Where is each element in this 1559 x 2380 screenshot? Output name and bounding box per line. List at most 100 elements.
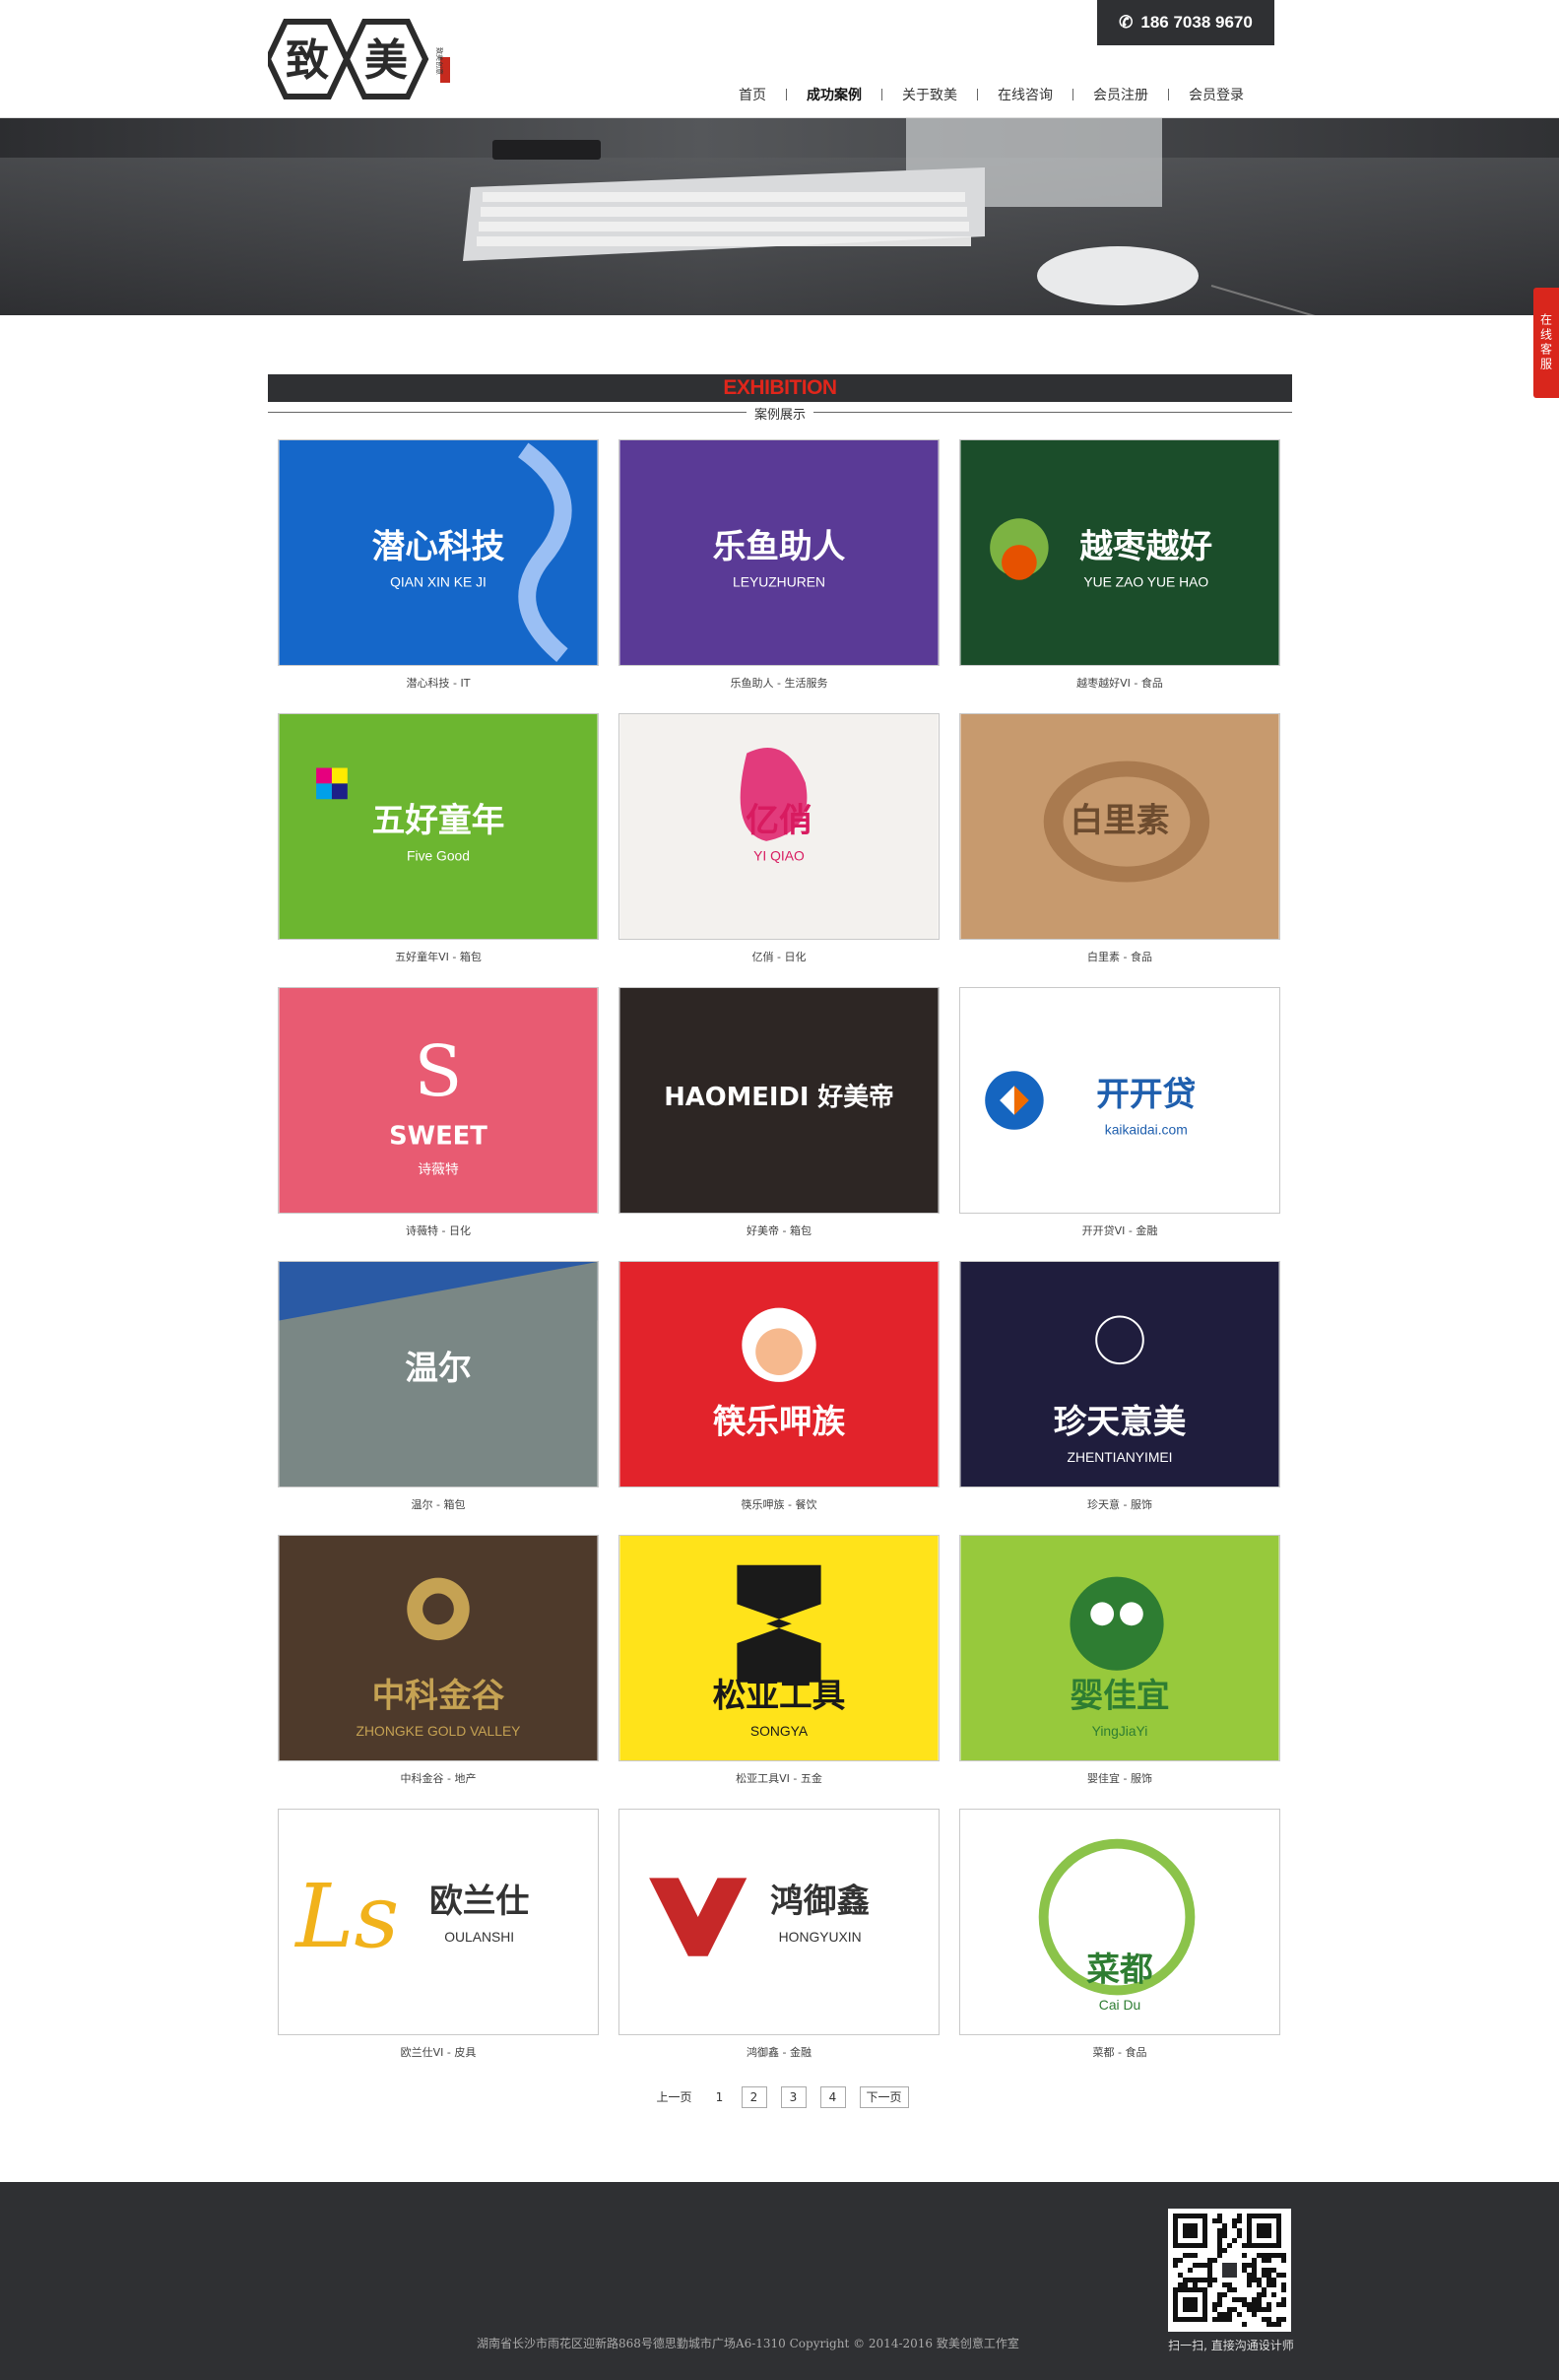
- case-card[interactable]: 婴佳宜 YingJiaYi 婴佳宜 - 服饰: [959, 1535, 1280, 1786]
- phone-icon: ✆: [1119, 13, 1134, 32]
- case-caption[interactable]: 好美帝 - 箱包: [618, 1223, 940, 1238]
- case-thumbnail[interactable]: Ls 欧兰仕 OULANSHI: [278, 1809, 599, 2035]
- nav-about[interactable]: 关于致美: [882, 85, 977, 104]
- case-card[interactable]: 乐鱼助人 LEYUZHUREN 乐鱼助人 - 生活服务: [618, 439, 940, 691]
- case-caption[interactable]: 菜都 - 食品: [959, 2044, 1280, 2060]
- case-caption[interactable]: 潜心科技 - IT: [278, 675, 599, 691]
- nav-consult[interactable]: 在线咨询: [978, 85, 1072, 104]
- case-card[interactable]: 鸿御鑫 HONGYUXIN 鸿御鑫 - 金融: [618, 1809, 940, 2060]
- case-caption[interactable]: 亿俏 - 日化: [618, 949, 940, 964]
- pager-page-3[interactable]: 3: [780, 2086, 807, 2108]
- case-card[interactable]: Ls 欧兰仕 OULANSHI 欧兰仕VI - 皮具: [278, 1809, 599, 2060]
- case-card[interactable]: 亿俏 YI QIAO 亿俏 - 日化: [618, 713, 940, 964]
- section-title-cn: 案例展示: [746, 408, 813, 423]
- svg-text:亿俏: 亿俏: [746, 801, 812, 839]
- case-card[interactable]: 开开贷 kaikaidai.com 开开贷VI - 金融: [959, 987, 1280, 1238]
- case-caption[interactable]: 筷乐呷族 - 餐饮: [618, 1496, 940, 1512]
- phone-badge[interactable]: ✆ 186 7038 9670: [1097, 0, 1274, 45]
- case-logo-image: 温尔: [279, 1262, 598, 1487]
- online-service-tab[interactable]: 在线客服: [1533, 288, 1559, 398]
- case-caption[interactable]: 开开贷VI - 金融: [959, 1223, 1280, 1238]
- svg-text:YI QIAO: YI QIAO: [753, 848, 805, 864]
- site-footer: 扫一扫, 直接沟通设计师 湖南省长沙市雨花区迎新路868号德思勤城市广场A6-1…: [0, 2182, 1559, 2380]
- nav-login[interactable]: 会员登录: [1169, 85, 1264, 104]
- case-card[interactable]: 珍天意美 ZHENTIANYIMEI 珍天意 - 服饰: [959, 1261, 1280, 1512]
- case-thumbnail[interactable]: 鸿御鑫 HONGYUXIN: [618, 1809, 940, 2035]
- case-card[interactable]: 五好童年 Five Good 五好童年VI - 箱包: [278, 713, 599, 964]
- svg-text:kaikaidai.com: kaikaidai.com: [1105, 1122, 1188, 1138]
- case-caption[interactable]: 乐鱼助人 - 生活服务: [618, 675, 940, 691]
- case-caption[interactable]: 婴佳宜 - 服饰: [959, 1770, 1280, 1786]
- pager-prev[interactable]: 上一页: [650, 2087, 697, 2107]
- pager-next[interactable]: 下一页: [859, 2086, 909, 2108]
- pager-page-2[interactable]: 2: [741, 2086, 767, 2108]
- footer-copyright: 湖南省长沙市雨花区迎新路868号德思勤城市广场A6-1310 Copyright…: [477, 2337, 1019, 2350]
- case-card[interactable]: 白里素白里素 - 食品: [959, 713, 1280, 964]
- nav-cases[interactable]: 成功案例: [787, 85, 881, 104]
- svg-text:美: 美: [364, 35, 408, 86]
- svg-text:松亚工具: 松亚工具: [713, 1676, 846, 1714]
- svg-text:珍天意美: 珍天意美: [1054, 1402, 1187, 1440]
- case-card[interactable]: 中科金谷 ZHONGKE GOLD VALLEY 中科金谷 - 地产: [278, 1535, 599, 1786]
- case-thumbnail[interactable]: 松亚工具 SONGYA: [618, 1535, 940, 1761]
- svg-text:乐鱼助人: 乐鱼助人: [713, 527, 846, 565]
- case-thumbnail[interactable]: 潜心科技 QIAN XIN KE JI: [278, 439, 599, 666]
- case-logo-image: 菜都 Cai Du: [960, 1810, 1279, 2034]
- case-thumbnail[interactable]: 中科金谷 ZHONGKE GOLD VALLEY: [278, 1535, 599, 1761]
- svg-text:ZHENTIANYIMEI: ZHENTIANYIMEI: [1067, 1449, 1172, 1465]
- case-caption[interactable]: 温尔 - 箱包: [278, 1496, 599, 1512]
- case-logo-image: 婴佳宜 YingJiaYi: [960, 1536, 1279, 1760]
- case-caption[interactable]: 欧兰仕VI - 皮具: [278, 2044, 599, 2060]
- pager-page-4[interactable]: 4: [819, 2086, 846, 2108]
- case-card[interactable]: 筷乐呷族筷乐呷族 - 餐饮: [618, 1261, 940, 1512]
- main-nav: 首页 成功案例 关于致美 在线咨询 会员注册 会员登录: [719, 84, 1264, 105]
- case-caption[interactable]: 白里素 - 食品: [959, 949, 1280, 964]
- case-caption[interactable]: 珍天意 - 服饰: [959, 1496, 1280, 1512]
- case-thumbnail[interactable]: 婴佳宜 YingJiaYi: [959, 1535, 1280, 1761]
- case-logo-image: 筷乐呷族: [619, 1262, 939, 1487]
- case-caption[interactable]: 松亚工具VI - 五金: [618, 1770, 940, 1786]
- svg-text:S: S: [415, 1030, 463, 1112]
- case-card[interactable]: 松亚工具 SONGYA 松亚工具VI - 五金: [618, 1535, 940, 1786]
- case-card[interactable]: 越枣越好 YUE ZAO YUE HAO 越枣越好VI - 食品: [959, 439, 1280, 691]
- case-logo-image: 乐鱼助人 LEYUZHUREN: [619, 440, 939, 665]
- svg-text:SWEET: SWEET: [389, 1122, 487, 1152]
- case-thumbnail[interactable]: 筷乐呷族: [618, 1261, 940, 1488]
- case-card[interactable]: 潜心科技 QIAN XIN KE JI 潜心科技 - IT: [278, 439, 599, 691]
- case-thumbnail[interactable]: 五好童年 Five Good: [278, 713, 599, 940]
- pager-page-1[interactable]: 1: [712, 2087, 728, 2107]
- case-thumbnail[interactable]: HAOMEIDI 好美帝: [618, 987, 940, 1214]
- hero-banner: [0, 118, 1559, 315]
- case-card[interactable]: HAOMEIDI 好美帝好美帝 - 箱包: [618, 987, 940, 1238]
- nav-register[interactable]: 会员注册: [1073, 85, 1168, 104]
- svg-text:白里素: 白里素: [1070, 801, 1169, 839]
- nav-home[interactable]: 首页: [719, 85, 786, 104]
- case-thumbnail[interactable]: 白里素: [959, 713, 1280, 940]
- svg-text:HONGYUXIN: HONGYUXIN: [779, 1929, 862, 1945]
- case-caption[interactable]: 鸿御鑫 - 金融: [618, 2044, 940, 2060]
- site-logo[interactable]: 致 美 致美创意: [264, 18, 465, 100]
- svg-text:婴佳宜: 婴佳宜: [1070, 1676, 1169, 1714]
- case-thumbnail[interactable]: 越枣越好 YUE ZAO YUE HAO: [959, 439, 1280, 666]
- case-logo-image: Ls 欧兰仕 OULANSHI: [279, 1810, 598, 2034]
- case-thumbnail[interactable]: 亿俏 YI QIAO: [618, 713, 940, 940]
- case-thumbnail[interactable]: 珍天意美 ZHENTIANYIMEI: [959, 1261, 1280, 1488]
- case-thumbnail[interactable]: 开开贷 kaikaidai.com: [959, 987, 1280, 1214]
- case-card[interactable]: 温尔温尔 - 箱包: [278, 1261, 599, 1512]
- svg-text:Ls: Ls: [293, 1866, 399, 1968]
- case-card[interactable]: S SWEET 诗薇特 诗薇特 - 日化: [278, 987, 599, 1238]
- svg-text:致: 致: [286, 35, 329, 86]
- svg-text:YUE ZAO YUE HAO: YUE ZAO YUE HAO: [1083, 574, 1208, 590]
- case-card[interactable]: 菜都 Cai Du 菜都 - 食品: [959, 1809, 1280, 2060]
- case-logo-image: 白里素: [960, 714, 1279, 939]
- case-caption[interactable]: 五好童年VI - 箱包: [278, 949, 599, 964]
- case-thumbnail[interactable]: 菜都 Cai Du: [959, 1809, 1280, 2035]
- case-thumbnail[interactable]: S SWEET 诗薇特: [278, 987, 599, 1214]
- case-logo-image: 潜心科技 QIAN XIN KE JI: [279, 440, 598, 665]
- case-thumbnail[interactable]: 温尔: [278, 1261, 599, 1488]
- case-caption[interactable]: 中科金谷 - 地产: [278, 1770, 599, 1786]
- case-caption[interactable]: 越枣越好VI - 食品: [959, 675, 1280, 691]
- svg-text:致美创意: 致美创意: [435, 47, 444, 75]
- case-thumbnail[interactable]: 乐鱼助人 LEYUZHUREN: [618, 439, 940, 666]
- case-caption[interactable]: 诗薇特 - 日化: [278, 1223, 599, 1238]
